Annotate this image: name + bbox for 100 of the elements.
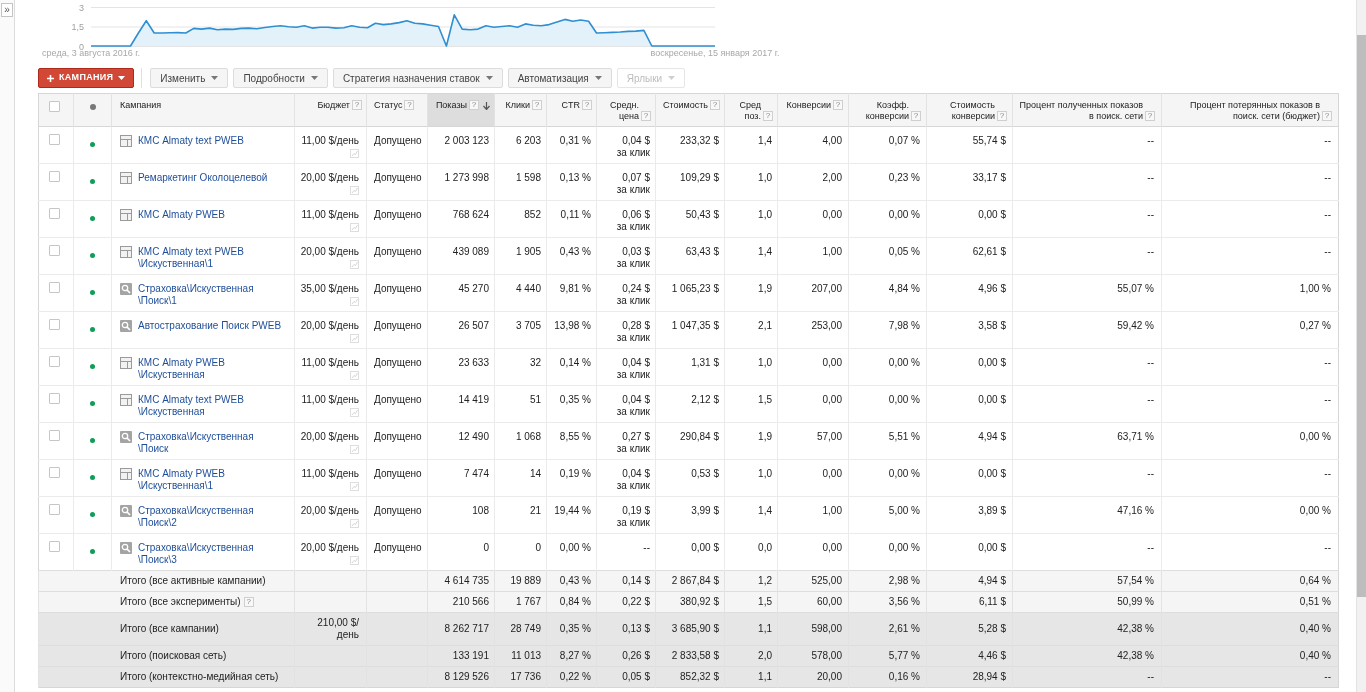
column-header[interactable]: CTR bbox=[561, 100, 580, 111]
help-button[interactable]: ? bbox=[763, 111, 773, 121]
sidebar-toggle-button[interactable]: » bbox=[1, 3, 13, 17]
column-header[interactable]: Стоимость bbox=[662, 100, 708, 111]
help-button[interactable]: ? bbox=[352, 100, 362, 110]
help-button[interactable]: ? bbox=[1322, 111, 1332, 121]
table-cell: 33,17 $ bbox=[926, 163, 1013, 201]
help-button[interactable]: ? bbox=[997, 111, 1007, 121]
row-checkbox[interactable] bbox=[49, 504, 60, 515]
select-all-checkbox[interactable] bbox=[49, 101, 60, 112]
column-header[interactable]: Средн. цена bbox=[601, 100, 639, 122]
dropdown-button[interactable]: Стратегия назначения ставок bbox=[332, 68, 503, 88]
cpc-unit: за клик bbox=[615, 332, 650, 344]
table-cell: 1 598 bbox=[494, 163, 547, 201]
campaign-link[interactable]: КМС Almaty PWEB\Искуственная bbox=[138, 357, 282, 381]
campaign-link[interactable]: Страховка\Искуственная\Поиск\3 bbox=[138, 542, 282, 566]
column-header[interactable]: Бюджет bbox=[317, 100, 350, 111]
row-checkbox[interactable] bbox=[49, 356, 60, 367]
table-cell: 42,38 % bbox=[1012, 645, 1162, 667]
table-cell: 50,43 $ bbox=[655, 200, 725, 238]
table-cell: -- bbox=[1012, 459, 1162, 497]
caret-icon bbox=[310, 76, 318, 80]
column-header[interactable]: Коэфф. конверсии bbox=[854, 100, 909, 122]
table-cell: 4,00 bbox=[777, 126, 849, 164]
budget-value: 11,00 $/день bbox=[301, 468, 359, 480]
row-checkbox[interactable] bbox=[49, 171, 60, 182]
column-header[interactable]: Показы bbox=[435, 100, 467, 111]
campaign-link[interactable]: КМС Almaty PWEB bbox=[138, 209, 225, 221]
dropdown-button[interactable]: Изменить bbox=[150, 68, 229, 88]
mini-chart-icon bbox=[350, 445, 359, 454]
help-button[interactable]: ? bbox=[532, 100, 542, 110]
table-cell: 0,40 % bbox=[1161, 645, 1339, 667]
column-header[interactable]: Статус bbox=[374, 100, 403, 111]
table-cell: 0,23 % bbox=[848, 163, 927, 201]
campaign-link[interactable]: Страховка\Искуственная\Поиск\1 bbox=[138, 283, 282, 307]
column-header[interactable]: Клики bbox=[505, 100, 530, 111]
column-header[interactable]: Кампания bbox=[120, 100, 162, 111]
campaign-link[interactable]: КМС Almaty PWEB\Искуственная\1 bbox=[138, 468, 282, 492]
budget-value: 20,00 $/день bbox=[300, 320, 359, 332]
budget-value: 20,00 $/день bbox=[300, 505, 359, 517]
campaign-link[interactable]: КМС Almaty text PWEB\Искуственная bbox=[138, 394, 282, 418]
table-cell: 17 736 bbox=[494, 666, 547, 688]
help-button[interactable]: ? bbox=[641, 111, 651, 121]
dropdown-button[interactable]: Автоматизация bbox=[507, 68, 612, 88]
table-cell: 1,0 bbox=[724, 348, 778, 386]
table-cell: 0,64 % bbox=[1161, 570, 1339, 592]
table-cell: 14 bbox=[494, 459, 547, 497]
campaign-link[interactable]: Ремаркетинг Околоцелевой bbox=[138, 172, 268, 184]
row-checkbox[interactable] bbox=[49, 134, 60, 145]
table-cell: 21 bbox=[494, 496, 547, 534]
budget-value: 35,00 $/день bbox=[300, 283, 359, 295]
help-button[interactable]: ? bbox=[833, 100, 843, 110]
column-header[interactable]: Сред поз. bbox=[729, 100, 761, 122]
row-checkbox[interactable] bbox=[49, 430, 60, 441]
column-header[interactable]: Процент потерянных показов в поиск. сети (бюджет) bbox=[1168, 100, 1320, 122]
mini-chart-icon bbox=[350, 297, 359, 306]
column-header[interactable]: Конверсии bbox=[786, 100, 831, 111]
row-checkbox[interactable] bbox=[49, 282, 60, 293]
mini-chart-icon bbox=[350, 482, 359, 491]
campaign-link[interactable]: Страховка\Искуственная\Поиск\2 bbox=[138, 505, 282, 529]
plus-icon bbox=[47, 74, 54, 82]
y-axis-label: 3 bbox=[79, 2, 84, 13]
campaign-link[interactable]: КМС Almaty text PWEB\Искуственная\1 bbox=[138, 246, 282, 270]
campaign-link[interactable]: КМС Almaty text PWEB bbox=[138, 135, 244, 147]
dropdown-button[interactable]: Подробности bbox=[233, 68, 328, 88]
scrollbar-thumb[interactable] bbox=[1357, 35, 1366, 597]
help-button[interactable]: ? bbox=[710, 100, 720, 110]
table-cell: 7,98 % bbox=[848, 311, 927, 349]
budget-value: 11,00 $/день bbox=[301, 209, 359, 221]
search-icon bbox=[120, 542, 132, 554]
summary-label: Итого (все кампании) bbox=[120, 623, 219, 634]
help-button[interactable]: ? bbox=[1145, 111, 1155, 121]
summary-label: Итого (все активные кампании) bbox=[120, 575, 266, 586]
help-button[interactable]: ? bbox=[469, 100, 479, 110]
table-cell: 210 566 bbox=[427, 591, 495, 613]
cpc-value: 0,03 $ bbox=[621, 246, 650, 258]
mini-chart-icon bbox=[350, 519, 359, 528]
table-cell: -- bbox=[1161, 163, 1339, 201]
row-checkbox[interactable] bbox=[49, 208, 60, 219]
campaign-link[interactable]: Автострахование Поиск PWEB bbox=[138, 320, 282, 332]
row-checkbox[interactable] bbox=[49, 319, 60, 330]
table-cell: 14 419 bbox=[427, 385, 495, 423]
row-checkbox[interactable] bbox=[49, 393, 60, 404]
campaign-link[interactable]: Страховка\Искуственная\Поиск bbox=[138, 431, 282, 455]
row-checkbox[interactable] bbox=[49, 541, 60, 552]
layout-icon bbox=[120, 394, 132, 406]
help-button[interactable]: ? bbox=[911, 111, 921, 121]
table-cell: 3 705 bbox=[494, 311, 547, 349]
table-cell: 1,4 bbox=[724, 237, 778, 275]
column-header[interactable]: Процент полученных показов в поиск. сети bbox=[1019, 100, 1143, 122]
row-checkbox[interactable] bbox=[49, 467, 60, 478]
row-checkbox[interactable] bbox=[49, 245, 60, 256]
create-campaign-button[interactable]: КАМПАНИЯ bbox=[38, 68, 135, 88]
help-button[interactable]: ? bbox=[404, 100, 415, 110]
caret-icon bbox=[668, 76, 676, 80]
help-button[interactable]: ? bbox=[243, 597, 254, 608]
table-cell: 598,00 bbox=[777, 612, 849, 646]
table-cell: 4,46 $ bbox=[926, 645, 1013, 667]
column-header[interactable]: Стоимость конверсии bbox=[932, 100, 995, 122]
help-button[interactable]: ? bbox=[582, 100, 592, 110]
